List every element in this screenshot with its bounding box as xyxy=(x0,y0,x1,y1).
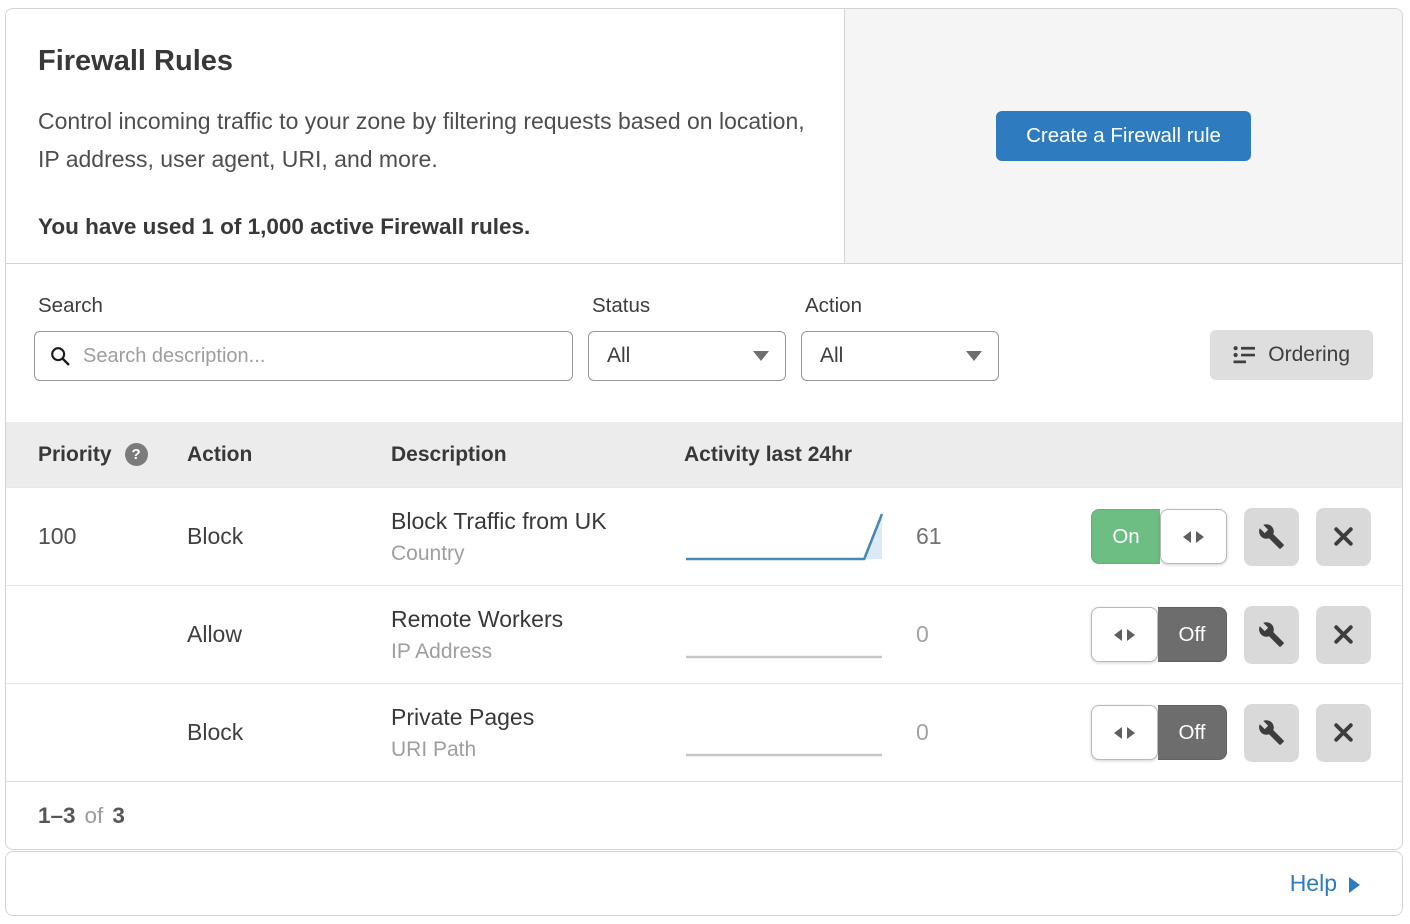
help-link[interactable]: Help xyxy=(1290,870,1360,897)
column-header-action: Action xyxy=(187,443,391,467)
ordering-button[interactable]: Ordering xyxy=(1210,330,1373,380)
activity-sparkline xyxy=(684,705,884,761)
header-text-panel: Firewall Rules Control incoming traffic … xyxy=(6,9,845,263)
rule-description: Remote Workers xyxy=(391,606,684,633)
column-header-activity: Activity last 24hr xyxy=(684,443,1402,467)
activity-count: 61 xyxy=(916,523,986,550)
activity-count: 0 xyxy=(916,719,986,746)
rule-type: Country xyxy=(391,542,684,566)
pagination-total: 3 xyxy=(112,803,125,829)
rule-activity-cell: 61 On xyxy=(684,508,1402,566)
action-label: Action xyxy=(805,294,999,318)
rule-enable-toggle[interactable]: Off xyxy=(1091,705,1227,760)
drag-handle-right-icon xyxy=(1196,531,1204,543)
search-label: Search xyxy=(38,294,573,318)
edit-rule-button[interactable] xyxy=(1244,606,1299,664)
drag-handle-left-icon xyxy=(1114,727,1122,739)
search-icon xyxy=(49,345,71,367)
table-row: 100 Block Block Traffic from UK Country … xyxy=(6,487,1402,585)
delete-rule-button[interactable] xyxy=(1316,606,1371,664)
pagination-bar: 1–3 of 3 xyxy=(6,781,1402,849)
firewall-rules-card: Firewall Rules Control incoming traffic … xyxy=(5,8,1403,850)
toggle-state-label: Off xyxy=(1158,705,1227,760)
search-box xyxy=(34,331,573,381)
rule-activity-cell: 0 Off xyxy=(684,704,1402,762)
usage-note: You have used 1 of 1,000 active Firewall… xyxy=(38,214,808,240)
toggle-state-label: Off xyxy=(1158,607,1227,662)
rule-description: Private Pages xyxy=(391,704,684,731)
page-description: Control incoming traffic to your zone by… xyxy=(38,102,808,178)
close-icon xyxy=(1331,622,1356,647)
help-link-label: Help xyxy=(1290,870,1337,897)
toggle-knob[interactable] xyxy=(1091,607,1158,662)
rule-action: Allow xyxy=(187,621,391,648)
wrench-icon xyxy=(1258,719,1285,746)
action-select-value: All xyxy=(820,344,843,368)
close-icon xyxy=(1331,720,1356,745)
ordered-list-icon xyxy=(1233,344,1255,366)
ordering-button-label: Ordering xyxy=(1268,343,1350,367)
column-header-description: Description xyxy=(391,443,684,467)
status-select[interactable]: All xyxy=(588,331,786,381)
column-header-priority: Priority ? xyxy=(6,443,187,467)
rule-controls: Off xyxy=(1091,606,1371,664)
close-icon xyxy=(1331,524,1356,549)
rule-description-cell: Private Pages URI Path xyxy=(391,704,684,762)
pagination-range: 1–3 xyxy=(38,803,76,829)
table-row: Block Private Pages URI Path 0 Off xyxy=(6,683,1402,781)
search-filter-group: Search xyxy=(34,294,573,422)
rule-controls: Off xyxy=(1091,704,1371,762)
filters-section: Search Status All Action All xyxy=(6,264,1402,422)
rule-activity-cell: 0 Off xyxy=(684,606,1402,664)
rule-action: Block xyxy=(187,719,391,746)
search-input[interactable] xyxy=(81,344,558,369)
drag-handle-right-icon xyxy=(1127,629,1135,641)
status-label: Status xyxy=(592,294,786,318)
edit-rule-button[interactable] xyxy=(1244,704,1299,762)
status-filter-group: Status All xyxy=(588,294,786,422)
rule-controls: On xyxy=(1091,508,1371,566)
toggle-knob[interactable] xyxy=(1091,705,1158,760)
rule-description: Block Traffic from UK xyxy=(391,508,684,535)
rule-enable-toggle[interactable]: On xyxy=(1091,509,1227,564)
rule-type: URI Path xyxy=(391,738,684,762)
delete-rule-button[interactable] xyxy=(1316,508,1371,566)
drag-handle-right-icon xyxy=(1127,727,1135,739)
header-section: Firewall Rules Control incoming traffic … xyxy=(6,9,1402,264)
rule-enable-toggle[interactable]: Off xyxy=(1091,607,1227,662)
chevron-down-icon xyxy=(966,351,982,361)
activity-count: 0 xyxy=(916,621,986,648)
table-row: Allow Remote Workers IP Address 0 Off xyxy=(6,585,1402,683)
action-filter-group: Action All xyxy=(801,294,999,422)
delete-rule-button[interactable] xyxy=(1316,704,1371,762)
toggle-state-label: On xyxy=(1091,509,1160,564)
activity-sparkline xyxy=(684,509,884,565)
table-header-row: Priority ? Action Description Activity l… xyxy=(6,422,1402,487)
priority-header-label: Priority xyxy=(38,443,112,467)
drag-handle-left-icon xyxy=(1183,531,1191,543)
arrow-right-icon xyxy=(1349,877,1360,893)
action-select[interactable]: All xyxy=(801,331,999,381)
activity-sparkline xyxy=(684,607,884,663)
chevron-down-icon xyxy=(753,351,769,361)
page-title: Firewall Rules xyxy=(38,45,808,78)
rule-description-cell: Block Traffic from UK Country xyxy=(391,508,684,566)
drag-handle-left-icon xyxy=(1114,629,1122,641)
rule-type: IP Address xyxy=(391,640,684,664)
wrench-icon xyxy=(1258,621,1285,648)
create-firewall-rule-button[interactable]: Create a Firewall rule xyxy=(996,111,1251,161)
help-tooltip-icon[interactable]: ? xyxy=(125,443,148,466)
toggle-knob[interactable] xyxy=(1160,509,1227,564)
status-select-value: All xyxy=(607,344,630,368)
rule-description-cell: Remote Workers IP Address xyxy=(391,606,684,664)
help-bar: Help xyxy=(5,851,1403,916)
wrench-icon xyxy=(1258,523,1285,550)
header-action-panel: Create a Firewall rule xyxy=(845,9,1402,263)
rule-action: Block xyxy=(187,523,391,550)
pagination-of-label: of xyxy=(85,803,104,829)
edit-rule-button[interactable] xyxy=(1244,508,1299,566)
rule-priority: 100 xyxy=(6,523,187,550)
